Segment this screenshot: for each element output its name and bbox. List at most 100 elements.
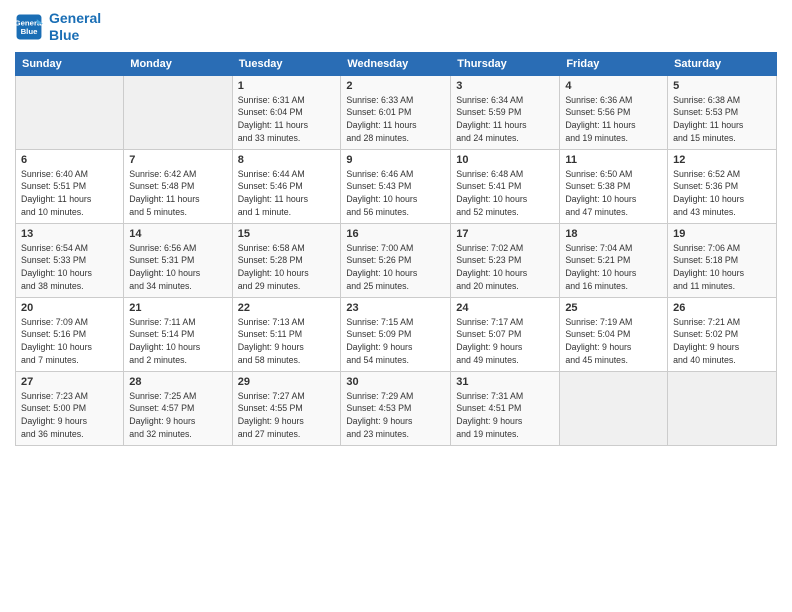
day-cell: 1 Sunrise: 6:31 AM Sunset: 6:04 PM Daylig… bbox=[232, 75, 341, 149]
day-cell: 19Sunrise: 7:06 AM Sunset: 5:18 PM Dayli… bbox=[668, 223, 777, 297]
day-info: Sunrise: 7:31 AM Sunset: 4:51 PM Dayligh… bbox=[456, 390, 554, 441]
day-number: 17 bbox=[456, 228, 554, 240]
weekday-sunday: Sunday bbox=[16, 52, 124, 75]
day-info: Sunrise: 6:31 AM Sunset: 6:04 PM Dayligh… bbox=[238, 94, 336, 145]
day-number: 29 bbox=[238, 376, 336, 388]
calendar-table: SundayMondayTuesdayWednesdayThursdayFrid… bbox=[15, 52, 777, 446]
day-cell bbox=[560, 371, 668, 445]
day-number: 4 bbox=[565, 80, 662, 92]
day-info: Sunrise: 7:17 AM Sunset: 5:07 PM Dayligh… bbox=[456, 316, 554, 367]
day-info: Sunrise: 7:06 AM Sunset: 5:18 PM Dayligh… bbox=[673, 242, 771, 293]
day-cell: 23 Sunrise: 7:15 AM Sunset: 5:09 PM Dayli… bbox=[341, 297, 451, 371]
day-number: 6 bbox=[21, 154, 118, 166]
day-cell: 17 Sunrise: 7:02 AM Sunset: 5:23 PM Dayli… bbox=[451, 223, 560, 297]
day-cell: 11 Sunrise: 6:50 AM Sunset: 5:38 PM Dayli… bbox=[560, 149, 668, 223]
day-cell: 21 Sunrise: 7:11 AM Sunset: 5:14 PM Dayli… bbox=[124, 297, 232, 371]
day-cell: 3Sunrise: 6:34 AM Sunset: 5:59 PM Daylig… bbox=[451, 75, 560, 149]
day-number: 1 bbox=[238, 80, 336, 92]
logo-text: General Blue bbox=[49, 10, 101, 44]
day-number: 24 bbox=[456, 302, 554, 314]
day-info: Sunrise: 7:27 AM Sunset: 4:55 PM Dayligh… bbox=[238, 390, 336, 441]
weekday-tuesday: Tuesday bbox=[232, 52, 341, 75]
weekday-wednesday: Wednesday bbox=[341, 52, 451, 75]
day-cell: 30 Sunrise: 7:29 AM Sunset: 4:53 PM Dayli… bbox=[341, 371, 451, 445]
weekday-header-row: SundayMondayTuesdayWednesdayThursdayFrid… bbox=[16, 52, 777, 75]
day-info: Sunrise: 6:44 AM Sunset: 5:46 PM Dayligh… bbox=[238, 168, 336, 219]
day-number: 22 bbox=[238, 302, 336, 314]
day-cell: 10Sunrise: 6:48 AM Sunset: 5:41 PM Dayli… bbox=[451, 149, 560, 223]
day-number: 10 bbox=[456, 154, 554, 166]
day-info: Sunrise: 7:02 AM Sunset: 5:23 PM Dayligh… bbox=[456, 242, 554, 293]
day-number: 7 bbox=[129, 154, 226, 166]
day-number: 11 bbox=[565, 154, 662, 166]
day-cell: 20Sunrise: 7:09 AM Sunset: 5:16 PM Dayli… bbox=[16, 297, 124, 371]
day-info: Sunrise: 6:50 AM Sunset: 5:38 PM Dayligh… bbox=[565, 168, 662, 219]
day-info: Sunrise: 6:46 AM Sunset: 5:43 PM Dayligh… bbox=[346, 168, 445, 219]
day-cell: 22Sunrise: 7:13 AM Sunset: 5:11 PM Dayli… bbox=[232, 297, 341, 371]
day-cell: 26 Sunrise: 7:21 AM Sunset: 5:02 PM Dayli… bbox=[668, 297, 777, 371]
day-cell: 31Sunrise: 7:31 AM Sunset: 4:51 PM Dayli… bbox=[451, 371, 560, 445]
day-number: 25 bbox=[565, 302, 662, 314]
day-cell: 4 Sunrise: 6:36 AM Sunset: 5:56 PM Daylig… bbox=[560, 75, 668, 149]
weekday-friday: Friday bbox=[560, 52, 668, 75]
day-info: Sunrise: 6:58 AM Sunset: 5:28 PM Dayligh… bbox=[238, 242, 336, 293]
day-cell: 18 Sunrise: 7:04 AM Sunset: 5:21 PM Dayli… bbox=[560, 223, 668, 297]
day-info: Sunrise: 7:25 AM Sunset: 4:57 PM Dayligh… bbox=[129, 390, 226, 441]
weekday-saturday: Saturday bbox=[668, 52, 777, 75]
day-info: Sunrise: 6:36 AM Sunset: 5:56 PM Dayligh… bbox=[565, 94, 662, 145]
day-number: 15 bbox=[238, 228, 336, 240]
day-cell: 24 Sunrise: 7:17 AM Sunset: 5:07 PM Dayli… bbox=[451, 297, 560, 371]
day-cell bbox=[668, 371, 777, 445]
day-info: Sunrise: 7:00 AM Sunset: 5:26 PM Dayligh… bbox=[346, 242, 445, 293]
day-info: Sunrise: 7:04 AM Sunset: 5:21 PM Dayligh… bbox=[565, 242, 662, 293]
day-info: Sunrise: 7:15 AM Sunset: 5:09 PM Dayligh… bbox=[346, 316, 445, 367]
day-info: Sunrise: 7:21 AM Sunset: 5:02 PM Dayligh… bbox=[673, 316, 771, 367]
week-row-5: 27 Sunrise: 7:23 AM Sunset: 5:00 PM Dayli… bbox=[16, 371, 777, 445]
day-number: 20 bbox=[21, 302, 118, 314]
weekday-monday: Monday bbox=[124, 52, 232, 75]
day-number: 30 bbox=[346, 376, 445, 388]
day-cell: 8 Sunrise: 6:44 AM Sunset: 5:46 PM Daylig… bbox=[232, 149, 341, 223]
day-number: 18 bbox=[565, 228, 662, 240]
day-number: 23 bbox=[346, 302, 445, 314]
day-number: 9 bbox=[346, 154, 445, 166]
day-info: Sunrise: 7:19 AM Sunset: 5:04 PM Dayligh… bbox=[565, 316, 662, 367]
week-row-2: 6 Sunrise: 6:40 AM Sunset: 5:51 PM Daylig… bbox=[16, 149, 777, 223]
svg-text:Blue: Blue bbox=[21, 27, 39, 36]
day-info: Sunrise: 6:56 AM Sunset: 5:31 PM Dayligh… bbox=[129, 242, 226, 293]
day-number: 27 bbox=[21, 376, 118, 388]
day-info: Sunrise: 6:34 AM Sunset: 5:59 PM Dayligh… bbox=[456, 94, 554, 145]
day-number: 5 bbox=[673, 80, 771, 92]
day-number: 16 bbox=[346, 228, 445, 240]
calendar-body: 1 Sunrise: 6:31 AM Sunset: 6:04 PM Daylig… bbox=[16, 75, 777, 445]
day-cell: 28 Sunrise: 7:25 AM Sunset: 4:57 PM Dayli… bbox=[124, 371, 232, 445]
day-number: 13 bbox=[21, 228, 118, 240]
day-info: Sunrise: 7:29 AM Sunset: 4:53 PM Dayligh… bbox=[346, 390, 445, 441]
day-number: 8 bbox=[238, 154, 336, 166]
day-number: 26 bbox=[673, 302, 771, 314]
weekday-thursday: Thursday bbox=[451, 52, 560, 75]
day-number: 21 bbox=[129, 302, 226, 314]
day-cell bbox=[16, 75, 124, 149]
page-header: General Blue General Blue bbox=[15, 10, 777, 44]
day-info: Sunrise: 6:54 AM Sunset: 5:33 PM Dayligh… bbox=[21, 242, 118, 293]
week-row-3: 13 Sunrise: 6:54 AM Sunset: 5:33 PM Dayli… bbox=[16, 223, 777, 297]
day-number: 28 bbox=[129, 376, 226, 388]
day-info: Sunrise: 7:11 AM Sunset: 5:14 PM Dayligh… bbox=[129, 316, 226, 367]
day-cell: 5Sunrise: 6:38 AM Sunset: 5:53 PM Daylig… bbox=[668, 75, 777, 149]
day-cell: 13 Sunrise: 6:54 AM Sunset: 5:33 PM Dayli… bbox=[16, 223, 124, 297]
day-cell: 29 Sunrise: 7:27 AM Sunset: 4:55 PM Dayli… bbox=[232, 371, 341, 445]
day-info: Sunrise: 6:52 AM Sunset: 5:36 PM Dayligh… bbox=[673, 168, 771, 219]
day-info: Sunrise: 7:23 AM Sunset: 5:00 PM Dayligh… bbox=[21, 390, 118, 441]
day-number: 14 bbox=[129, 228, 226, 240]
day-cell bbox=[124, 75, 232, 149]
day-number: 2 bbox=[346, 80, 445, 92]
day-cell: 9 Sunrise: 6:46 AM Sunset: 5:43 PM Daylig… bbox=[341, 149, 451, 223]
day-cell: 25 Sunrise: 7:19 AM Sunset: 5:04 PM Dayli… bbox=[560, 297, 668, 371]
day-info: Sunrise: 6:33 AM Sunset: 6:01 PM Dayligh… bbox=[346, 94, 445, 145]
week-row-1: 1 Sunrise: 6:31 AM Sunset: 6:04 PM Daylig… bbox=[16, 75, 777, 149]
day-cell: 27 Sunrise: 7:23 AM Sunset: 5:00 PM Dayli… bbox=[16, 371, 124, 445]
logo-icon: General Blue bbox=[15, 13, 43, 41]
day-info: Sunrise: 6:40 AM Sunset: 5:51 PM Dayligh… bbox=[21, 168, 118, 219]
day-cell: 14 Sunrise: 6:56 AM Sunset: 5:31 PM Dayli… bbox=[124, 223, 232, 297]
